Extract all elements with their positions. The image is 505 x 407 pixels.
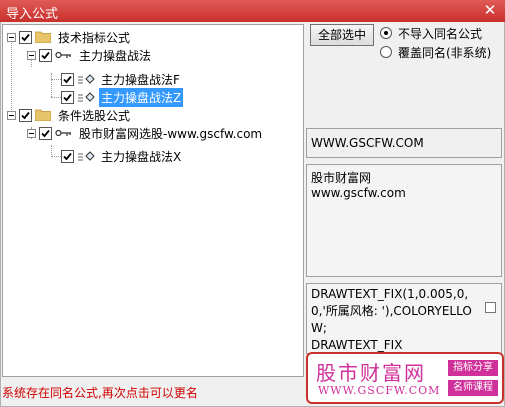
tree-node-label: 主力操盘战法X <box>101 149 182 164</box>
watermark-brand: 股市财富网 <box>316 361 426 385</box>
watermark-logo: 股市财富网 WWW.GSCFW.COM 指标分享 名师课程 <box>306 352 504 404</box>
key-icon <box>55 51 71 59</box>
checkbox[interactable] <box>19 30 32 44</box>
radio-dot-selected[interactable] <box>380 27 392 39</box>
formula-tree[interactable]: 技术指标公式 主力操盘战法 主力操盘战法F 主力操盘战法Z 条件选股公式 股市财… <box>2 24 304 377</box>
checkbox[interactable] <box>61 72 74 86</box>
tree-node-label-selected: 主力操盘战法Z <box>99 87 184 107</box>
tree-node-formula-x[interactable]: 主力操盘战法X <box>61 147 183 165</box>
tree-connector <box>11 37 12 116</box>
radio-no-import-same[interactable]: 不导入同名公式 <box>380 25 482 41</box>
watermark-tag: 名师课程 <box>448 380 498 396</box>
close-icon[interactable]: ✕ <box>481 1 499 19</box>
tree-node-main-force-tactics[interactable]: 主力操盘战法 <box>27 46 153 64</box>
tree-connector <box>51 156 61 157</box>
checkbox[interactable] <box>19 108 32 122</box>
radio-label: 不导入同名公式 <box>398 26 483 41</box>
radio-label: 覆盖同名(非系统) <box>398 45 492 60</box>
status-message: 系统存在同名公式,再次点击可以更名 <box>2 386 198 400</box>
checkbox[interactable] <box>39 48 52 62</box>
radio-overwrite-same[interactable]: 覆盖同名(非系统) <box>380 44 491 60</box>
tree-node-label: 股市财富网选股-www.gscfw.com <box>79 126 263 141</box>
tree-connector <box>51 97 61 98</box>
collapse-icon[interactable] <box>7 32 16 42</box>
title-bar: 导入公式 ✕ <box>0 0 505 22</box>
checkbox[interactable] <box>485 302 496 313</box>
collapse-icon[interactable] <box>7 110 16 120</box>
tree-node-screening-formulas[interactable]: 条件选股公式 <box>7 106 132 124</box>
tree-node-formula-z[interactable]: 主力操盘战法Z <box>61 87 184 107</box>
tree-node-label: 主力操盘战法F <box>101 72 180 87</box>
tree-node-label: 技术指标公式 <box>58 30 131 45</box>
description-panel[interactable]: 股市财富网 www.gscfw.com <box>306 164 502 277</box>
watermark-url: WWW.GSCFW.COM <box>318 384 441 397</box>
tree-connector <box>51 73 52 97</box>
tree-node-label: 主力操盘战法 <box>79 48 152 63</box>
code-panel[interactable]: DRAWTEXT_FIX(1,0.005,0,0,'所属风格: '),COLOR… <box>306 283 502 354</box>
folder-icon <box>35 109 51 121</box>
tree-node-indicator-formulas[interactable]: 技术指标公式 <box>7 28 132 46</box>
tree-node-label: 条件选股公式 <box>58 108 131 123</box>
site-text: WWW.GSCFW.COM <box>311 136 424 150</box>
checkbox[interactable] <box>39 126 52 140</box>
tree-node-formula-f[interactable]: 主力操盘战法F <box>61 70 182 88</box>
collapse-icon[interactable] <box>27 128 36 138</box>
select-all-button[interactable]: 全部选中 <box>310 24 374 46</box>
formula-icon <box>78 92 95 102</box>
checkbox[interactable] <box>61 90 74 104</box>
description-line: 股市财富网 <box>311 171 372 185</box>
formula-icon <box>78 151 95 161</box>
tree-connector <box>51 79 61 80</box>
info-site-panel: WWW.GSCFW.COM <box>306 128 502 158</box>
key-icon <box>55 129 71 137</box>
collapse-icon[interactable] <box>27 50 36 60</box>
folder-icon <box>35 31 51 43</box>
formula-icon <box>78 74 95 84</box>
watermark-tag: 指标分享 <box>448 360 498 376</box>
tree-node-gscfw-screening[interactable]: 股市财富网选股-www.gscfw.com <box>27 124 264 142</box>
radio-dot[interactable] <box>380 46 392 58</box>
checkbox[interactable] <box>61 149 74 163</box>
formula-code: DRAWTEXT_FIX(1,0.005,0,0,'所属风格: '),COLOR… <box>311 287 472 352</box>
description-line: www.gscfw.com <box>311 186 406 200</box>
window-title: 导入公式 <box>6 7 59 22</box>
